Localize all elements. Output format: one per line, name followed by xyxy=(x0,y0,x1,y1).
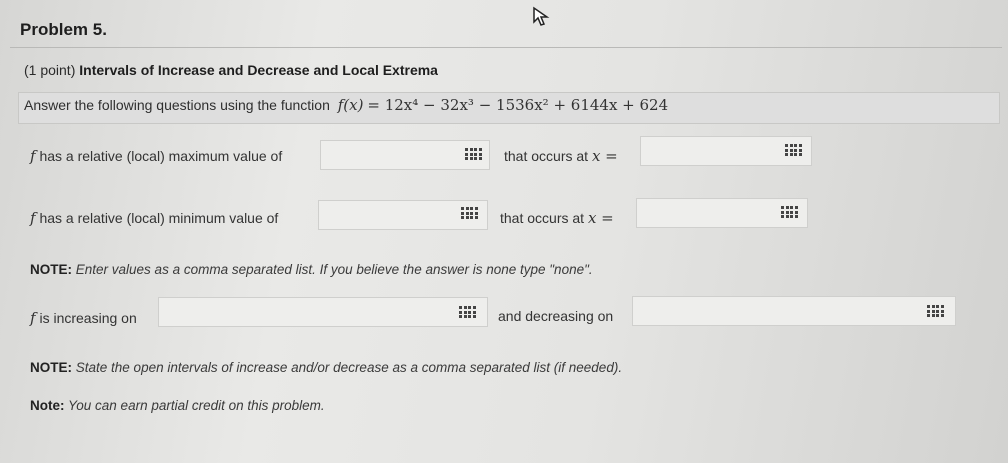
note-comma-list: NOTE: Enter values as a comma separated … xyxy=(30,262,593,277)
problem-heading: (1 point) Intervals of Increase and Decr… xyxy=(24,62,438,78)
note3-text: You can earn partial credit on this prob… xyxy=(68,398,325,413)
note3-label: Note: xyxy=(30,398,65,413)
keypad-grid-icon[interactable] xyxy=(460,206,480,222)
min-occurs-label: that occurs at x = xyxy=(500,209,614,227)
keypad-grid-icon[interactable] xyxy=(780,205,800,221)
note1-text: Enter values as a comma separated list. … xyxy=(75,262,593,277)
max-row-label: f has a relative (local) maximum value o… xyxy=(30,147,282,165)
note-open-intervals: NOTE: State the open intervals of increa… xyxy=(30,360,622,375)
keypad-grid-icon[interactable] xyxy=(926,304,946,320)
increasing-intervals-input[interactable] xyxy=(158,297,488,327)
question-text: Answer the following questions using the… xyxy=(24,96,668,114)
max-occurs-label: that occurs at x = xyxy=(504,147,618,165)
min-label-text: has a relative (local) minimum value of xyxy=(39,210,279,226)
f-symbol: f xyxy=(30,147,36,165)
function-rhs: = 12x⁴ − 32x³ − 1536x² + 6144x + 624 xyxy=(367,96,669,114)
keypad-grid-icon[interactable] xyxy=(464,147,484,163)
keypad-grid-icon[interactable] xyxy=(784,143,804,159)
decreasing-label: and decreasing on xyxy=(498,308,613,324)
max-var: x = xyxy=(591,147,618,165)
min-var: x = xyxy=(587,209,614,227)
decreasing-intervals-input[interactable] xyxy=(632,296,956,326)
note2-label: NOTE: xyxy=(30,360,72,375)
max-occurs-text: that occurs at xyxy=(504,148,589,164)
min-row-label: f has a relative (local) minimum value o… xyxy=(30,209,278,227)
note2-text: State the open intervals of increase and… xyxy=(75,360,623,375)
max-label-text: has a relative (local) maximum value of xyxy=(39,148,283,164)
increasing-text: is increasing on xyxy=(39,310,137,326)
note-partial-credit: Note: You can earn partial credit on thi… xyxy=(30,398,325,413)
question-prefix: Answer the following questions using the… xyxy=(24,97,330,113)
f-symbol: f xyxy=(30,209,36,227)
note1-label: NOTE: xyxy=(30,262,72,277)
f-symbol: f xyxy=(30,309,36,327)
heading-title: Intervals of Increase and Decrease and L… xyxy=(79,62,438,78)
points-label: (1 point) xyxy=(24,62,76,78)
mouse-cursor-icon xyxy=(533,6,550,26)
min-occurs-text: that occurs at xyxy=(500,210,585,226)
function-lhs: f(x) xyxy=(337,96,364,114)
problem-title: Problem 5. xyxy=(20,20,107,39)
title-divider xyxy=(10,47,1002,48)
increasing-label: f is increasing on xyxy=(30,309,137,327)
decreasing-text: and decreasing on xyxy=(498,308,614,324)
keypad-grid-icon[interactable] xyxy=(458,305,478,321)
